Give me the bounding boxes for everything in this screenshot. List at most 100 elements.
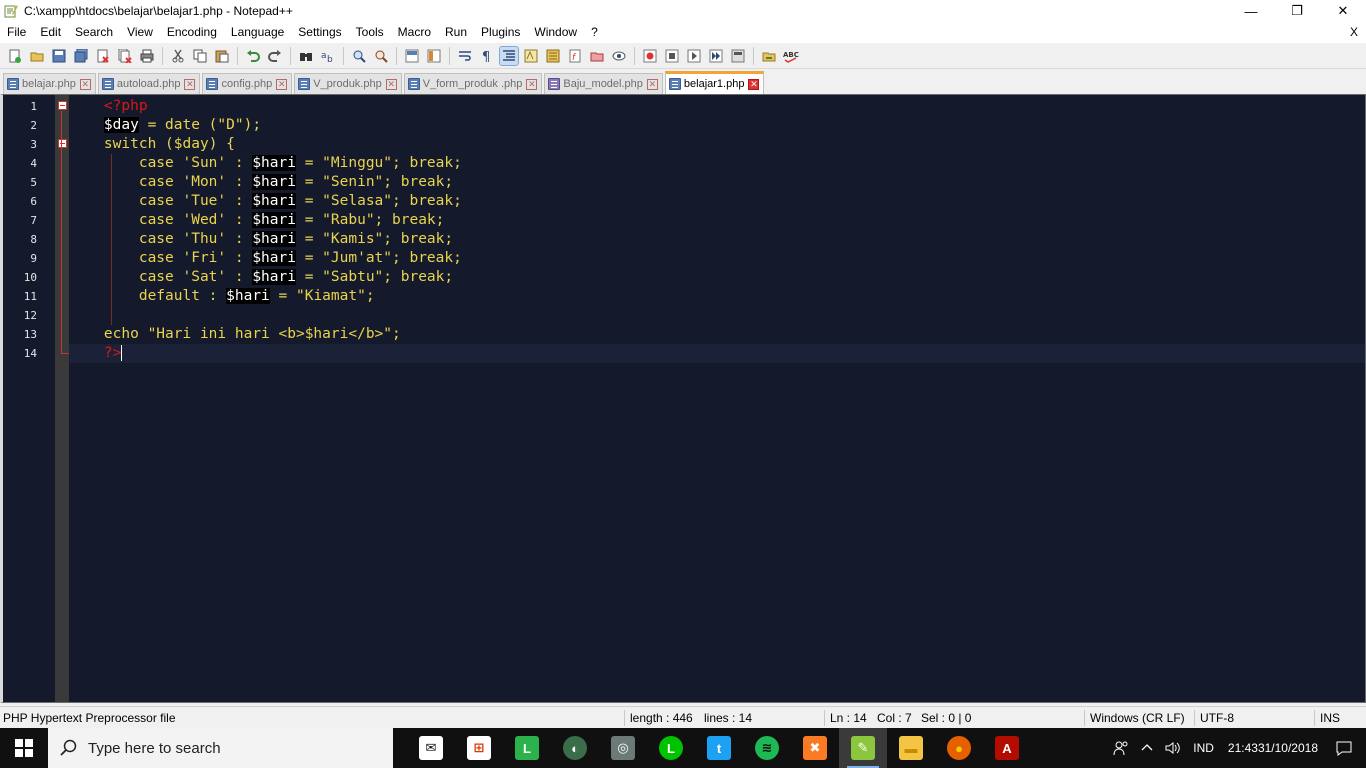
copy-icon[interactable] bbox=[191, 47, 209, 65]
taskbar-line[interactable]: L bbox=[647, 728, 695, 768]
taskbar-instagram[interactable]: ◎ bbox=[599, 728, 647, 768]
indent-guide-icon[interactable] bbox=[499, 45, 519, 66]
svg-text:b: b bbox=[327, 55, 333, 63]
tab-close-icon[interactable]: ✕ bbox=[385, 78, 397, 90]
run-macro-multiple-icon[interactable] bbox=[707, 47, 725, 65]
paste-icon[interactable] bbox=[213, 47, 231, 65]
tab-close-icon[interactable]: ✕ bbox=[79, 78, 91, 90]
code-token: case 'Fri' : bbox=[103, 250, 253, 266]
tab-v-form-produk-php[interactable]: V_form_produk .php ✕ bbox=[403, 73, 543, 94]
tab-close-icon[interactable]: ✕ bbox=[748, 78, 760, 90]
fold-toggle-icon[interactable] bbox=[58, 139, 67, 148]
menu-settings[interactable]: Settings bbox=[291, 22, 348, 43]
taskbar-line-today[interactable]: L bbox=[503, 728, 551, 768]
taskbar-acrobat[interactable]: A bbox=[983, 728, 1031, 768]
fold-toggle-icon[interactable] bbox=[58, 101, 67, 110]
code-line: case 'Sun' : $hari = "Minggu"; break; bbox=[69, 154, 1365, 173]
cut-icon[interactable] bbox=[169, 47, 187, 65]
title-bar[interactable]: C:\xampp\htdocs\belajar\belajar1.php - N… bbox=[0, 0, 1366, 22]
zoom-out-icon[interactable] bbox=[372, 47, 390, 65]
function-list-icon[interactable]: f bbox=[566, 47, 584, 65]
tab-close-icon[interactable]: ✕ bbox=[184, 78, 196, 90]
input-language[interactable]: IND bbox=[1187, 741, 1220, 755]
close-button[interactable]: ✕ bbox=[1320, 0, 1366, 22]
monitoring-icon[interactable] bbox=[610, 47, 628, 65]
menu-window[interactable]: Window bbox=[527, 22, 584, 43]
fold-range-end bbox=[61, 353, 69, 354]
replace-icon[interactable]: ab bbox=[319, 47, 337, 65]
taskbar-firefox[interactable]: ● bbox=[935, 728, 983, 768]
sync-horizontal-icon[interactable] bbox=[425, 47, 443, 65]
save-icon[interactable] bbox=[50, 47, 68, 65]
people-icon[interactable] bbox=[1107, 740, 1135, 756]
volume-icon[interactable] bbox=[1159, 740, 1187, 756]
tab-close-icon[interactable]: ✕ bbox=[646, 78, 658, 90]
zoom-in-icon[interactable] bbox=[350, 47, 368, 65]
save-macro-icon[interactable] bbox=[729, 47, 747, 65]
print-icon[interactable] bbox=[138, 47, 156, 65]
menu-language[interactable]: Language bbox=[224, 22, 291, 43]
taskbar-whatsapp[interactable]: ◐ bbox=[551, 728, 599, 768]
redo-icon[interactable] bbox=[266, 47, 284, 65]
close-icon[interactable] bbox=[94, 47, 112, 65]
taskbar-mail[interactable]: ✉ bbox=[407, 728, 455, 768]
tab-close-icon[interactable]: ✕ bbox=[276, 78, 288, 90]
new-file-icon[interactable] bbox=[6, 47, 24, 65]
taskbar-twitter[interactable]: t bbox=[695, 728, 743, 768]
menu-help[interactable]: ? bbox=[584, 22, 605, 43]
play-macro-icon[interactable] bbox=[685, 47, 703, 65]
open-file-icon[interactable] bbox=[28, 47, 46, 65]
clock[interactable]: 21:43 31/10/2018 bbox=[1220, 741, 1326, 756]
record-macro-icon[interactable] bbox=[641, 47, 659, 65]
tab-belajar-php[interactable]: belajar.php ✕ bbox=[3, 73, 96, 94]
code-editor[interactable]: 1 2 3 4 5 6 7 8 9 10 11 12 13 14 <?php $… bbox=[0, 94, 1366, 703]
close-all-icon[interactable] bbox=[116, 47, 134, 65]
tab-autoload-php[interactable]: autoload.php ✕ bbox=[97, 73, 201, 94]
folder-workspace-icon[interactable] bbox=[588, 47, 606, 65]
taskbar-spotify[interactable]: ≋ bbox=[743, 728, 791, 768]
taskbar-xampp[interactable]: ✖ bbox=[791, 728, 839, 768]
undo-icon[interactable] bbox=[244, 47, 262, 65]
spell-check-icon[interactable]: ABC bbox=[782, 47, 800, 65]
tab-baju-model-php[interactable]: Baju_model.php ✕ bbox=[544, 73, 663, 94]
minimize-button[interactable]: — bbox=[1228, 0, 1274, 22]
menu-edit[interactable]: Edit bbox=[33, 22, 68, 43]
close-document-button[interactable]: X bbox=[1350, 22, 1358, 43]
taskbar-file-explorer[interactable]: ▬ bbox=[887, 728, 935, 768]
toolbar-separator bbox=[449, 46, 450, 65]
line-number: 6 bbox=[30, 195, 37, 208]
find-icon[interactable] bbox=[297, 47, 315, 65]
document-map-icon[interactable] bbox=[544, 47, 562, 65]
menu-encoding[interactable]: Encoding bbox=[160, 22, 224, 43]
menu-file[interactable]: File bbox=[0, 22, 33, 43]
user-language-icon[interactable] bbox=[522, 47, 540, 65]
start-button[interactable] bbox=[0, 728, 48, 768]
taskbar-search-box[interactable]: Type here to search bbox=[48, 728, 393, 768]
menu-macro[interactable]: Macro bbox=[391, 22, 438, 43]
folder-icon[interactable] bbox=[760, 47, 778, 65]
status-lines: lines : 14 bbox=[704, 711, 753, 725]
code-area[interactable]: <?php $day = date ("D"); switch ($day) {… bbox=[69, 95, 1365, 702]
tab-v-produk-php[interactable]: V_produk.php ✕ bbox=[294, 73, 402, 94]
line-number: 14 bbox=[23, 347, 37, 360]
taskbar-store[interactable]: ⊞ bbox=[455, 728, 503, 768]
maximize-button[interactable]: ❐ bbox=[1274, 0, 1320, 22]
menu-tools[interactable]: Tools bbox=[349, 22, 391, 43]
stop-macro-icon[interactable] bbox=[663, 47, 681, 65]
show-hidden-icons-icon[interactable] bbox=[1135, 742, 1159, 754]
word-wrap-icon[interactable] bbox=[456, 47, 474, 65]
file-icon bbox=[206, 78, 219, 90]
sync-vertical-icon[interactable] bbox=[403, 47, 421, 65]
show-all-characters-icon[interactable]: ¶ bbox=[478, 47, 496, 65]
tab-belajar1-php[interactable]: belajar1.php ✕ bbox=[664, 71, 765, 94]
action-center-icon[interactable] bbox=[1326, 740, 1366, 756]
menu-view[interactable]: View bbox=[120, 22, 160, 43]
menu-search[interactable]: Search bbox=[68, 22, 120, 43]
tab-config-php[interactable]: config.php ✕ bbox=[202, 73, 293, 94]
instagram-app-icon: ◎ bbox=[611, 736, 635, 760]
tab-close-icon[interactable]: ✕ bbox=[526, 78, 538, 90]
taskbar-notepadpp[interactable]: ✎ bbox=[839, 728, 887, 768]
save-all-icon[interactable] bbox=[72, 47, 90, 65]
menu-run[interactable]: Run bbox=[438, 22, 474, 43]
menu-plugins[interactable]: Plugins bbox=[474, 22, 527, 43]
